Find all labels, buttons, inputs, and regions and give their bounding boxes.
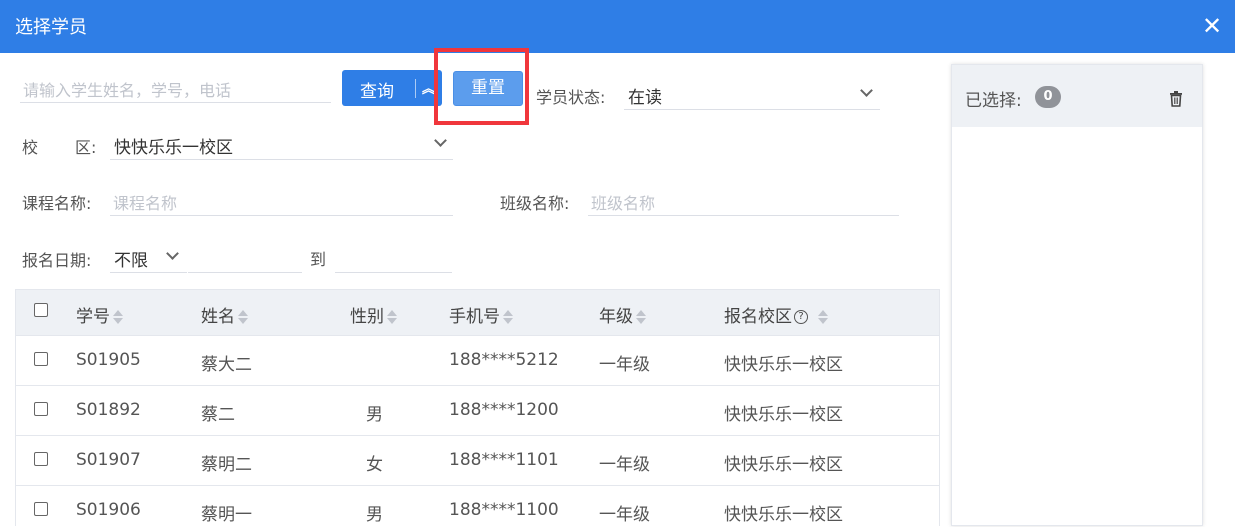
enroll-date-end-input[interactable] xyxy=(335,241,452,273)
cell-student-id: S01892 xyxy=(76,400,141,420)
selected-count-badge: 0 xyxy=(1035,86,1061,108)
table-row[interactable]: S01892 蔡二 男 188****1200 快快乐乐一校区 xyxy=(16,385,939,435)
enroll-date-range-select[interactable]: 不限 xyxy=(110,241,187,273)
help-icon[interactable]: ? xyxy=(794,310,808,324)
class-name-placeholder: 班级名称 xyxy=(591,194,656,213)
student-status-label: 学员状态: xyxy=(536,88,606,107)
cell-student-name: 蔡大二 xyxy=(201,355,252,375)
table-row[interactable]: S01906 蔡明一 男 188****1100 一年级 快快乐乐一校区 xyxy=(16,485,939,527)
column-header-campus[interactable]: 报名校区? xyxy=(724,302,828,327)
cell-gender: 男 xyxy=(366,505,383,525)
query-button[interactable]: 查询 ︽ xyxy=(342,70,442,106)
cell-phone: 188****1101 xyxy=(449,450,559,470)
cell-campus: 快快乐乐一校区 xyxy=(724,405,843,425)
campus-select[interactable]: 快快乐乐一校区 xyxy=(110,128,453,160)
column-header-grade[interactable]: 年级 xyxy=(599,302,646,327)
enroll-date-start-input[interactable] xyxy=(188,241,302,273)
query-button-label: 查询 xyxy=(360,82,394,102)
sort-icon[interactable] xyxy=(387,309,397,325)
cell-phone: 188****1100 xyxy=(449,500,559,520)
column-header-name[interactable]: 姓名 xyxy=(201,302,248,327)
campus-label-char1: 校 xyxy=(22,138,39,157)
row-checkbox[interactable] xyxy=(34,402,48,416)
keyword-search-input[interactable]: 请输入学生姓名，学号，电话 xyxy=(20,71,331,103)
select-all-checkbox[interactable] xyxy=(34,303,48,317)
selected-students-panel: 已选择: 0 xyxy=(951,64,1203,526)
cell-phone: 188****1200 xyxy=(449,400,559,420)
cell-student-name: 蔡二 xyxy=(201,405,235,425)
cell-student-id: S01906 xyxy=(76,500,141,520)
sort-icon[interactable] xyxy=(238,309,248,325)
cell-student-id: S01905 xyxy=(76,350,141,370)
cell-campus: 快快乐乐一校区 xyxy=(724,355,843,375)
sort-icon[interactable] xyxy=(503,309,513,325)
enroll-date-label: 报名日期: xyxy=(22,251,92,270)
cell-campus: 快快乐乐一校区 xyxy=(724,455,843,475)
column-header-gender[interactable]: 性别 xyxy=(350,302,397,327)
student-table: 学号 姓名 性别 手机号 年级 报名校区? S01905 蔡大二 188****… xyxy=(15,289,940,527)
row-checkbox[interactable] xyxy=(34,352,48,366)
cell-grade: 一年级 xyxy=(599,355,650,375)
cell-phone: 188****5212 xyxy=(449,350,559,370)
chevron-down-icon xyxy=(166,247,179,260)
student-status-value: 在读 xyxy=(628,88,662,108)
column-header-id[interactable]: 学号 xyxy=(76,302,123,327)
course-name-label: 课程名称: xyxy=(22,194,92,213)
sort-icon[interactable] xyxy=(636,309,646,325)
campus-label-char2: 区: xyxy=(75,138,97,157)
chevron-down-icon xyxy=(860,84,873,97)
campus-value: 快快乐乐一校区 xyxy=(114,138,233,158)
cell-campus: 快快乐乐一校区 xyxy=(724,505,843,525)
dialog-title: 选择学员 xyxy=(15,17,87,38)
query-button-divider xyxy=(415,79,416,98)
chevron-down-icon xyxy=(434,134,447,147)
cell-grade: 一年级 xyxy=(599,505,650,525)
table-header: 学号 姓名 性别 手机号 年级 报名校区? xyxy=(16,290,939,336)
sort-icon[interactable] xyxy=(113,309,123,325)
cell-student-id: S01907 xyxy=(76,450,141,470)
cell-gender: 男 xyxy=(366,405,383,425)
selected-panel-header: 已选择: 0 xyxy=(952,65,1202,127)
table-row[interactable]: S01907 蔡明二 女 188****1101 一年级 快快乐乐一校区 xyxy=(16,435,939,485)
close-icon[interactable]: ✕ xyxy=(1200,12,1224,40)
row-checkbox[interactable] xyxy=(34,502,48,516)
column-header-phone[interactable]: 手机号 xyxy=(449,302,513,327)
cell-grade: 一年级 xyxy=(599,455,650,475)
enroll-date-range-value: 不限 xyxy=(114,251,148,271)
course-name-placeholder: 课程名称 xyxy=(113,194,178,213)
reset-button-highlight xyxy=(434,48,529,125)
row-checkbox[interactable] xyxy=(34,452,48,466)
dialog-titlebar: 选择学员 ✕ xyxy=(0,0,1235,53)
student-status-select[interactable]: 在读 xyxy=(624,78,880,110)
keyword-search-placeholder: 请输入学生姓名，学号，电话 xyxy=(23,81,232,100)
table-row[interactable]: S01905 蔡大二 188****5212 一年级 快快乐乐一校区 xyxy=(16,335,939,385)
cell-student-name: 蔡明二 xyxy=(201,455,252,475)
class-name-label: 班级名称: xyxy=(500,194,570,213)
cell-student-name: 蔡明一 xyxy=(201,505,252,525)
sort-icon[interactable] xyxy=(818,309,828,325)
date-to-label: 到 xyxy=(310,250,327,269)
selected-label: 已选择: xyxy=(965,91,1022,111)
trash-icon[interactable] xyxy=(1168,90,1184,107)
cell-gender: 女 xyxy=(366,455,383,475)
class-name-input[interactable]: 班级名称 xyxy=(588,184,899,216)
course-name-input[interactable]: 课程名称 xyxy=(110,184,453,216)
